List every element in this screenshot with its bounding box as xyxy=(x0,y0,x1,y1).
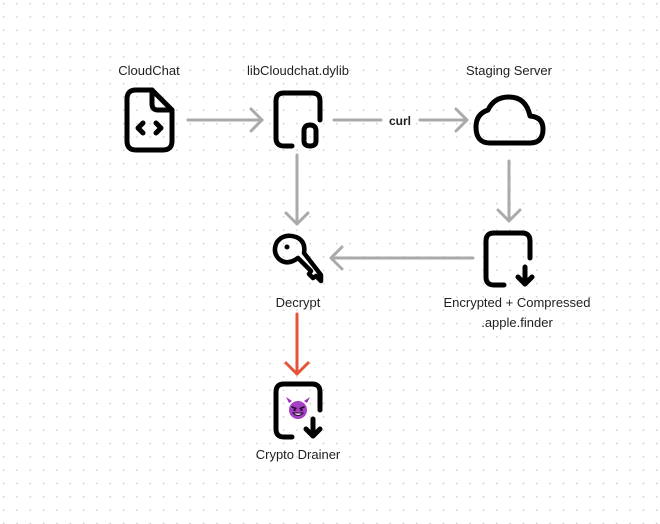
cloud-outline xyxy=(473,94,546,146)
edge-decrypt-to-drainer[interactable] xyxy=(284,312,310,376)
paperclip xyxy=(301,122,319,149)
cloud-icon[interactable] xyxy=(473,94,546,146)
node-label-cloudchat: CloudChat xyxy=(118,63,180,78)
key-hole xyxy=(284,244,290,250)
file-download-icon[interactable] xyxy=(483,230,535,288)
devil-eye-left xyxy=(293,408,296,412)
code-file-icon[interactable] xyxy=(124,87,175,153)
node-label-encrypted-line2: .apple.finder xyxy=(481,315,553,330)
code-bracket-right xyxy=(153,120,164,136)
devil-eye-right xyxy=(300,408,303,412)
key-icon[interactable] xyxy=(272,233,324,284)
edge-cloudchat-to-dylib[interactable] xyxy=(186,107,264,133)
node-label-decrypt: Decrypt xyxy=(275,295,321,310)
diagram-canvas: CloudChat libCloudchat.dylib Staging Ser… xyxy=(0,0,660,524)
node-label-dylib: libCloudchat.dylib xyxy=(247,63,349,78)
smiling-devil-emoji-icon xyxy=(286,397,310,419)
devil-horn-right xyxy=(304,397,310,403)
devil-face xyxy=(289,401,307,419)
node-label-encrypted-line1: Encrypted + Compressed xyxy=(443,295,591,310)
node-label-staging-server: Staging Server xyxy=(466,63,552,78)
devil-horn-left xyxy=(286,397,292,403)
edge-label-curl: curl xyxy=(385,114,415,128)
paperclip-file-icon[interactable] xyxy=(273,90,323,149)
node-label-crypto-drainer: Crypto Drainer xyxy=(255,447,341,462)
code-bracket-left xyxy=(135,120,146,136)
edge-dylib-to-decrypt[interactable] xyxy=(284,153,310,226)
file-outline xyxy=(273,90,323,149)
edge-encrypted-to-decrypt[interactable] xyxy=(329,245,475,271)
key-outline xyxy=(272,233,324,284)
edge-staging-to-encrypted[interactable] xyxy=(496,159,522,223)
